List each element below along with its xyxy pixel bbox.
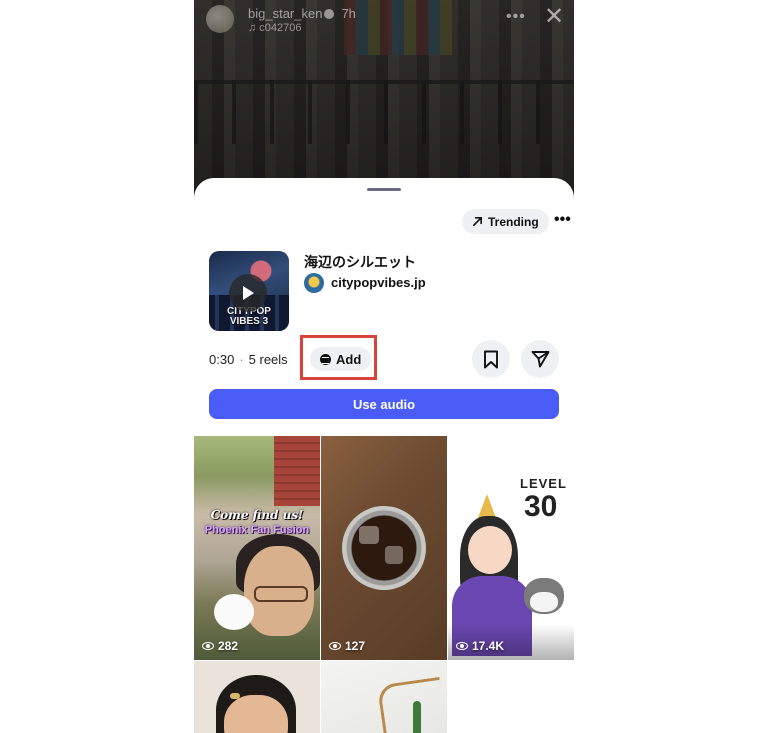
poster-username[interactable]: big_star_ken [248, 6, 322, 21]
add-label: Add [336, 351, 362, 367]
reel-views: 127 [329, 639, 365, 653]
poster-avatar[interactable] [206, 5, 234, 33]
reel-thumbnail[interactable]: Come find us! Phoenix Fan Fusion 282 [194, 436, 320, 660]
trending-arrow-icon [473, 217, 482, 226]
overlay-level-text: LEVEL [520, 476, 567, 491]
artist-avatar[interactable] [304, 273, 324, 293]
post-time: 7h [341, 6, 356, 21]
reel-thumbnail[interactable]: 127 [321, 436, 447, 660]
eye-icon [329, 642, 341, 650]
send-icon [531, 351, 549, 368]
trending-chip[interactable]: Trending [462, 209, 549, 234]
bookmark-icon [484, 350, 498, 368]
close-icon[interactable]: ✕ [544, 5, 564, 29]
spotify-icon [320, 353, 331, 365]
audio-meta: 0:30 · 5 reels [209, 352, 288, 367]
thumb-cartoon-cat-face [530, 592, 558, 612]
song-title: 海辺のシルエット [304, 254, 416, 270]
reel-thumbnail[interactable] [321, 661, 447, 733]
thumb-ice [385, 546, 403, 564]
thumb-plant [413, 701, 421, 733]
more-options-icon[interactable]: ••• [506, 8, 526, 26]
use-audio-button[interactable]: Use audio [209, 389, 559, 419]
phone-screen: big_star_ken 7h ♫ c042706 ••• ✕ Trending … [194, 0, 574, 733]
background-reel-header: big_star_ken 7h ♫ c042706 ••• ✕ [194, 0, 574, 44]
thumb-building [274, 436, 320, 506]
reel-views: 282 [202, 639, 238, 653]
reel-thumbnail[interactable] [194, 661, 320, 733]
trending-label: Trending [488, 214, 539, 229]
reel-thumbnail[interactable]: LEVEL 30 17.4K [448, 436, 574, 660]
play-button[interactable] [229, 274, 267, 312]
thumb-ice [359, 526, 379, 544]
thumb-cartoon-face [468, 526, 512, 574]
meta-separator: · [239, 352, 244, 367]
artist-name[interactable]: citypopvibes.jp [331, 275, 426, 290]
views-count: 127 [345, 639, 366, 653]
overlay-level-number: 30 [524, 490, 558, 523]
thumb-glasses [254, 586, 308, 602]
verified-icon [324, 9, 335, 19]
sheet-drag-handle[interactable] [367, 188, 401, 191]
thumb-stair-rail [376, 676, 447, 733]
share-audio-button[interactable] [521, 340, 559, 378]
views-count: 282 [218, 639, 239, 653]
eye-icon [202, 642, 214, 650]
reel-caption-line2: Phoenix Fan Fusion [204, 524, 310, 536]
play-icon [243, 286, 254, 300]
thumb-iced-drink [342, 506, 426, 590]
thumb-party-hat [478, 494, 496, 518]
reel-caption-line1: Come find us! [210, 508, 304, 522]
background-railing [194, 80, 574, 144]
poster-info: big_star_ken 7h [248, 6, 356, 21]
views-count: 17.4K [472, 639, 505, 653]
reels-count[interactable]: 5 reels [249, 352, 288, 367]
eye-icon [456, 642, 468, 650]
save-audio-button[interactable] [472, 340, 510, 378]
audio-duration: 0:30 [209, 352, 235, 367]
poster-audio-line: ♫ c042706 [248, 22, 302, 34]
thumb-plush [214, 594, 254, 630]
reel-views: 17.4K [456, 639, 504, 653]
sheet-more-icon[interactable]: ••• [554, 211, 571, 229]
thumb-hair-clip [230, 693, 240, 699]
add-to-spotify-button[interactable]: Add [310, 347, 372, 371]
